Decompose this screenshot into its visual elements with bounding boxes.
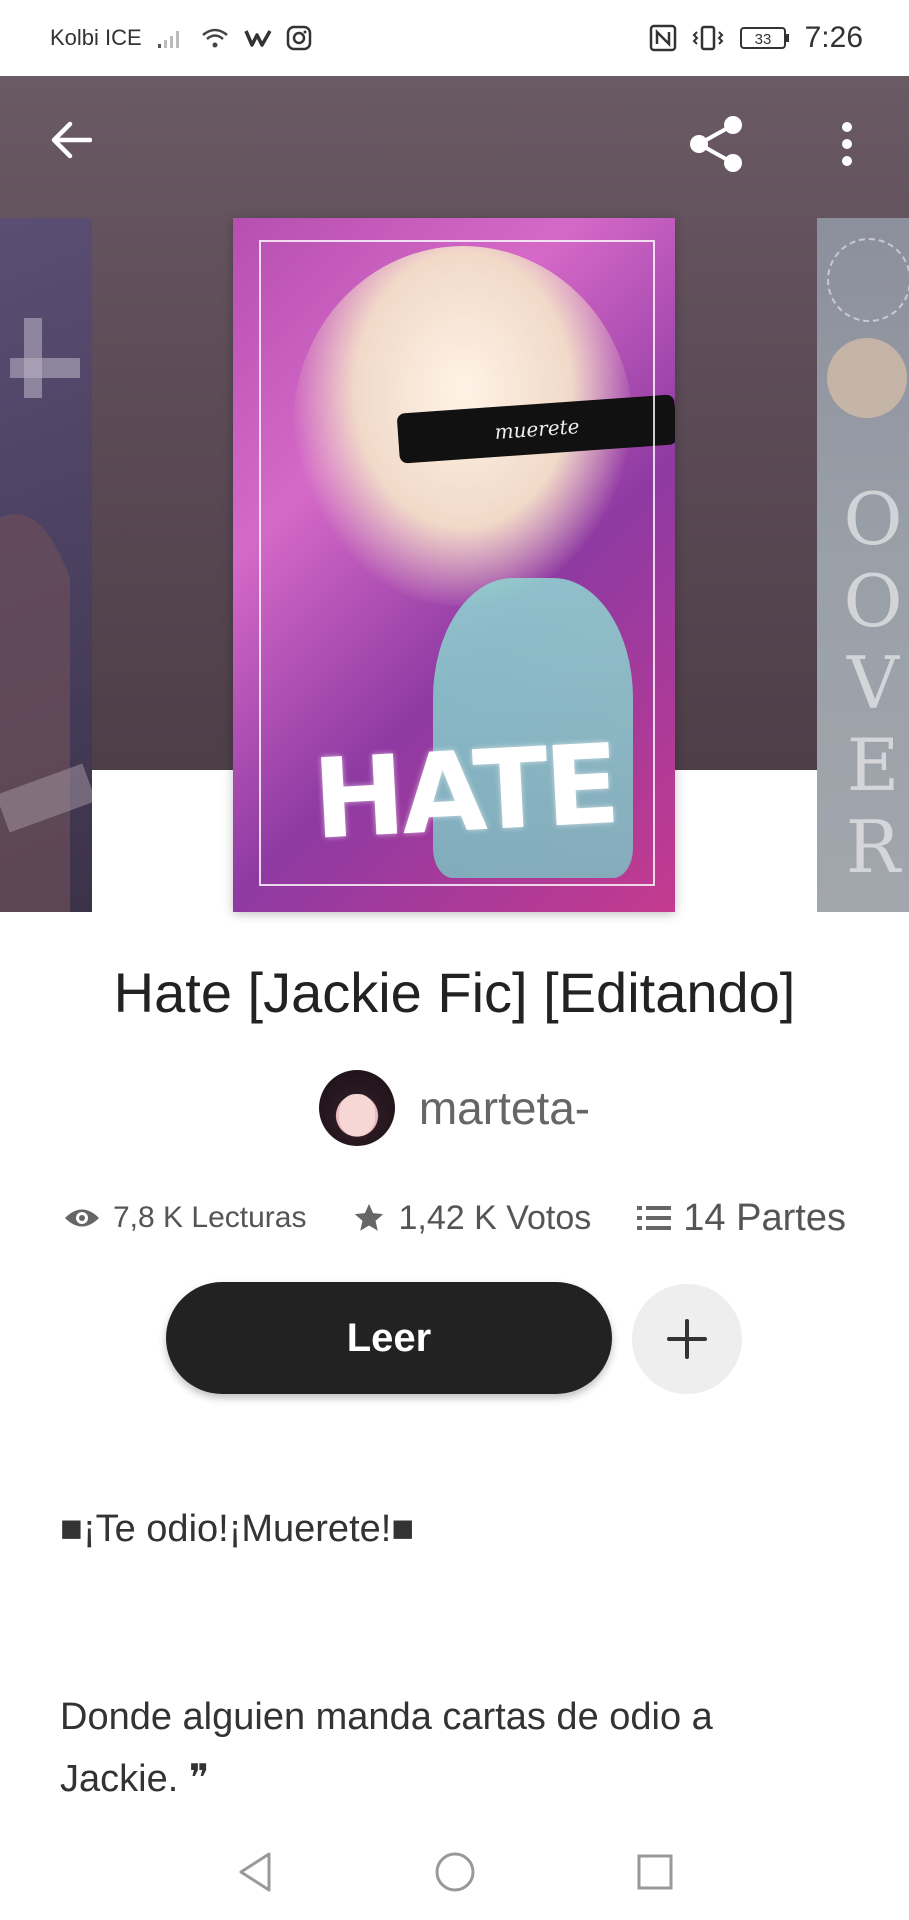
cover-next[interactable]: O O V E R (817, 218, 909, 912)
cover-next-art (827, 338, 907, 418)
eye-icon (65, 1209, 99, 1227)
circle-home-icon (435, 1852, 474, 1892)
carrier-label: Kolbi ICE (50, 25, 142, 50)
system-nav-bar (0, 1824, 909, 1920)
add-to-library-button[interactable] (632, 1284, 742, 1394)
nfc-icon (649, 24, 677, 52)
plus-icon (667, 1319, 707, 1359)
vibrate-icon (691, 24, 725, 52)
author-name[interactable]: marteta- (419, 1081, 590, 1135)
battery-icon: 33 (739, 25, 791, 51)
more-vertical-icon (842, 122, 852, 166)
share-icon (690, 116, 742, 172)
cover-previous[interactable] (0, 218, 92, 912)
more-options-button[interactable] (822, 112, 872, 176)
arrow-left-icon (51, 121, 92, 159)
status-bar: Kolbi ICE 33 7:26 (0, 0, 909, 76)
cover-next-circle (827, 238, 909, 322)
battery-level: 33 (754, 31, 771, 48)
description-text: Donde alguien manda cartas de odio a Jac… (60, 1696, 713, 1800)
avatar-face (338, 1094, 375, 1136)
nav-recents-button[interactable] (625, 1842, 685, 1902)
status-left: Kolbi ICE (50, 25, 312, 51)
status-right: 33 7:26 (649, 21, 863, 55)
share-button[interactable] (684, 112, 748, 176)
signal-icon (156, 26, 186, 50)
cover-letter: O (843, 559, 903, 643)
triangle-back-icon (239, 1852, 270, 1892)
clock: 7:26 (804, 21, 863, 54)
votes-count: 1,42 K Votos (398, 1198, 592, 1237)
stats-row: 7,8 K Lecturas 1,42 K Votos 14 Partes (0, 1190, 909, 1246)
wifi-icon (200, 26, 230, 50)
cover-letter: O (843, 477, 903, 561)
cover-previous-art (0, 318, 92, 912)
cover-letter: V (847, 641, 899, 725)
description-tagline: ■¡Te odio!¡Muerete!■ (60, 1508, 415, 1550)
cover-main[interactable]: muerete HATE (233, 218, 675, 912)
reads-stat: 7,8 K Lecturas (63, 1201, 306, 1235)
cover-letter: R (845, 805, 901, 889)
wattpad-icon (244, 27, 272, 49)
parts-stat[interactable]: 14 Partes (637, 1197, 846, 1240)
author-avatar[interactable] (318, 1070, 395, 1146)
star-icon (355, 1203, 384, 1231)
cover-letter: E (846, 723, 900, 807)
square-recents-icon (637, 1854, 672, 1890)
nav-home-button[interactable] (425, 1842, 485, 1902)
read-button[interactable]: Leer (166, 1282, 612, 1394)
cover-frame (259, 240, 655, 886)
reads-count: 7,8 K Lecturas (113, 1201, 307, 1234)
cover-next-letters: O O V E R (843, 478, 903, 888)
votes-stat: 1,42 K Votos (352, 1199, 591, 1238)
author-row[interactable]: marteta- (0, 1070, 909, 1146)
instagram-icon (286, 25, 312, 51)
nav-back-button[interactable] (225, 1842, 285, 1902)
back-button[interactable] (40, 110, 100, 170)
list-icon (637, 1206, 672, 1230)
parts-count: 14 Partes (683, 1196, 846, 1239)
story-title: Hate [Jackie Fic] [Editando] (113, 961, 796, 1024)
